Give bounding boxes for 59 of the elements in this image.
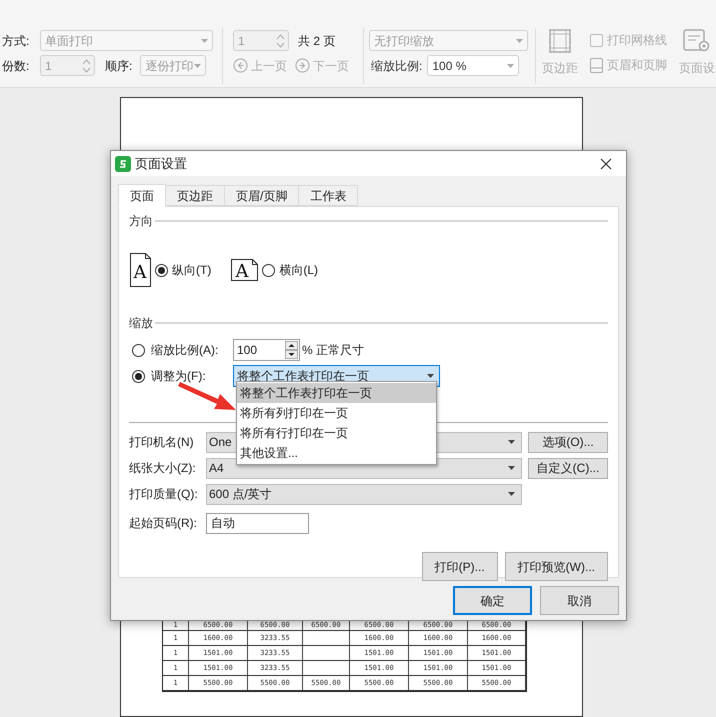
- caret-icon: [194, 64, 202, 68]
- menu-item[interactable]: 将所有列打印在一页: [237, 403, 436, 423]
- section-heading: 缩放: [129, 315, 153, 332]
- radio-button[interactable]: [132, 344, 145, 356]
- caret-icon: [516, 38, 523, 42]
- scale-select[interactable]: 100 %: [427, 55, 520, 76]
- caret-icon: [508, 492, 515, 496]
- options-button[interactable]: 自定义(C)...: [528, 458, 608, 478]
- close-button[interactable]: [598, 156, 614, 172]
- annotation-arrow: [178, 382, 236, 410]
- radio-label: 缩放比例(A):: [151, 342, 220, 359]
- radio-label: 横向(L): [279, 262, 318, 279]
- field-label: 方式:: [2, 32, 30, 50]
- portrait-page-icon: A: [130, 253, 151, 287]
- action-button[interactable]: 打印(P)...: [422, 552, 498, 581]
- field-label: 打印机名(N): [129, 434, 195, 451]
- start-page-field[interactable]: 自动: [206, 512, 309, 534]
- spinner-icon: [285, 341, 298, 359]
- action-button[interactable]: 打印预览(W)...: [504, 552, 608, 581]
- dialog-button[interactable]: 取消: [540, 586, 619, 615]
- dropdown-select[interactable]: 600 点/英寸: [206, 484, 522, 504]
- radio-button[interactable]: [262, 264, 276, 276]
- field-label: 顺序:: [105, 58, 132, 74]
- radio-button[interactable]: [132, 370, 145, 382]
- spinner-icon: [277, 34, 284, 48]
- radio-label: 纵向(T): [172, 262, 212, 279]
- menu-item[interactable]: 将所有行打印在一页: [237, 423, 436, 443]
- caret-icon: [508, 440, 515, 444]
- tab[interactable]: 页边距: [165, 185, 225, 206]
- spreadsheet-app-icon: [115, 156, 131, 172]
- radio-label: 调整为(F):: [151, 368, 207, 385]
- page-count: 共 2 页: [298, 32, 336, 50]
- scale-field[interactable]: 100: [233, 339, 300, 361]
- field-label: 份数:: [2, 58, 30, 74]
- caret-icon: [507, 64, 514, 68]
- page-margins-icon: [549, 29, 571, 53]
- unit-label: % 正常尺寸: [302, 342, 364, 359]
- field-label: 缩放比例:: [371, 58, 422, 74]
- menu-item[interactable]: 其他设置...: [237, 443, 436, 463]
- field-label: 打印质量(Q):: [129, 486, 199, 503]
- close-icon: [600, 158, 612, 170]
- caret-icon: [508, 466, 515, 470]
- menu-item[interactable]: 将整个工作表打印在一页: [237, 383, 436, 403]
- page-icon: [590, 58, 603, 72]
- tab[interactable]: 页面: [118, 184, 166, 207]
- window-title: 页面设置: [135, 154, 188, 173]
- section-heading: 方向: [129, 213, 153, 230]
- spinner-icon: [83, 58, 90, 72]
- options-button[interactable]: 选项(O)...: [528, 432, 608, 452]
- field-label: 纸张大小(Z):: [129, 460, 197, 477]
- landscape-page-icon: A: [231, 259, 258, 281]
- field-label: 起始页码(R):: [129, 515, 198, 532]
- radio-button[interactable]: [155, 264, 168, 276]
- tab[interactable]: 页眉/页脚: [224, 185, 300, 206]
- caret-icon: [427, 374, 434, 378]
- tab[interactable]: 工作表: [298, 185, 358, 206]
- page-gear-icon: [683, 29, 711, 53]
- caret-icon: [201, 38, 208, 42]
- dialog-button[interactable]: 确定: [453, 586, 532, 615]
